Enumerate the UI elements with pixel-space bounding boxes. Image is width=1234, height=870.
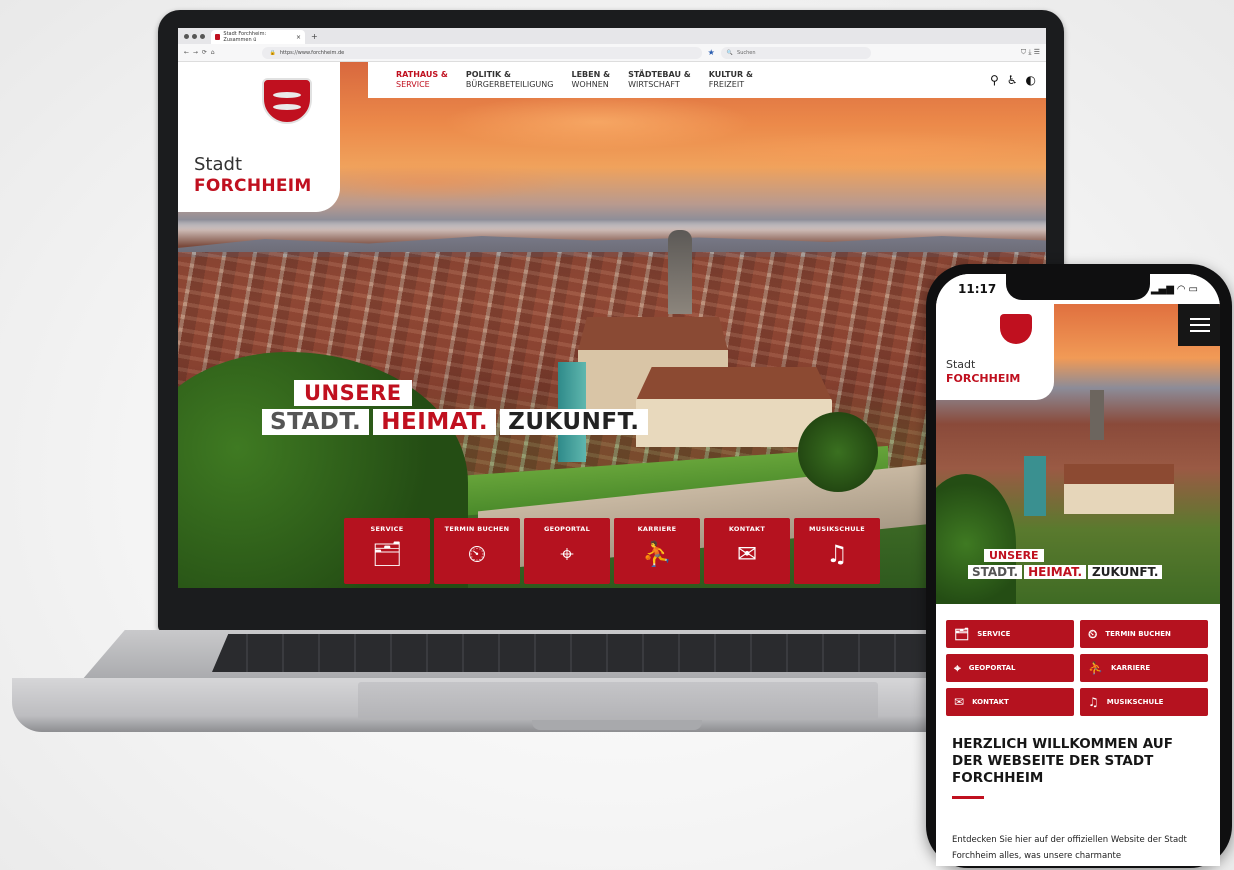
favicon-icon [215,34,221,40]
career-stairs-icon: ⛹ [642,540,672,568]
logo-line1: Stadt [946,358,976,371]
slogan-top: UNSERE [294,380,412,406]
quick-link-label: KONTAKT [728,525,766,533]
logo-line1: Stadt [194,154,242,175]
welcome-text: Entdecken Sie hier auf der offiziellen W… [952,835,1187,861]
phone-site-logo[interactable]: Stadt FORCHHEIM [936,304,1054,400]
hero-slogan: UNSERE STADT. HEIMAT. ZUKUNFT. [262,380,648,435]
tab-close-icon[interactable]: × [296,34,301,41]
browser-toolbar: ← → ⟳ ⌂ 🔒 https://www.forchheim.de ★ 🔍 S… [178,44,1046,62]
phone-hero-slogan: UNSERE STADT. HEIMAT. ZUKUNFT. [968,544,1163,579]
status-time: 11:17 [958,282,997,296]
nav-kultur[interactable]: KULTUR & FREIZEIT [709,70,753,90]
envelope-at-icon: ✉ [954,695,965,709]
quick-link-label: KARRIERE [637,525,677,533]
coat-of-arms-icon [1000,314,1032,344]
map-pin-icon: ⌖ [560,540,574,568]
new-tab-icon[interactable]: + [311,32,318,41]
envelope-at-icon: ✉ [736,540,758,568]
search-icon[interactable]: ⚲ [990,73,999,87]
lock-icon: 🔒 [269,49,276,56]
career-stairs-icon: ⛹ [1088,661,1103,675]
nav-tools: ⚲ ♿ ◐ [990,73,1036,87]
keyboard [212,634,1022,672]
quick-link-label: GEOPORTAL [968,664,1016,672]
browser-tab[interactable]: Stadt Forchheim: Zusammen ü × [211,30,305,44]
trackpad [358,682,878,720]
person-clock-icon: ⏲ [467,540,487,568]
quick-links: SERVICE 🗂 TERMIN BUCHEN ⏲ GEOPORTAL ⌖ KARRI… [344,518,880,584]
quick-link-label: MUSIKSCHULE [1106,698,1164,706]
quick-link-label: TERMIN BUCHEN [444,525,510,533]
heading-underline [952,796,984,799]
product-mockup: Stadt Forchheim: Zusammen ü × + ← → ⟳ ⌂ … [0,0,1234,870]
phone-notch [1006,274,1150,300]
url-text: https://www.forchheim.de [279,49,345,56]
contrast-icon[interactable]: ◐ [1026,73,1036,87]
quick-link-label: SERVICE [370,525,404,533]
quick-link-label: GEOPORTAL [543,525,591,533]
quick-link-label: SERVICE [977,630,1011,638]
quick-link-musikschule[interactable]: MUSIKSCHULE ♫ [794,518,880,584]
search-placeholder: Suchen [737,49,756,56]
quick-link-service[interactable]: SERVICE 🗂 [344,518,430,584]
slogan-word: ZUKUNFT. [500,409,648,435]
quick-link-kontakt[interactable]: ✉ KONTAKT [946,688,1074,716]
welcome-heading: HERZLICH WILLKOMMEN AUF DER WEBSEITE DER… [952,736,1173,786]
folder-az-icon: 🗂 [371,540,403,568]
map-pin-icon: ⌖ [954,660,961,675]
slogan-word: HEIMAT. [373,409,497,435]
instruments-icon: ♫ [826,540,848,568]
quick-link-label: MUSIKSCHULE [809,525,865,533]
coat-of-arms-icon [262,78,312,124]
quick-link-termin[interactable]: ⏲ TERMIN BUCHEN [1080,620,1208,648]
nav-politik[interactable]: POLITIK & BÜRGERBETEILIGUNG [466,70,554,90]
nav-leben[interactable]: LEBEN & WOHNEN [571,70,610,90]
logo-line2: FORCHHEIM [946,372,1021,385]
phone-screen: 11:17 ▂▄▆ ◠ ▭ Stadt FORCHHEIM UNSERE STA… [936,274,1220,866]
instruments-icon: ♫ [1088,695,1099,709]
bookmark-star-icon[interactable]: ★ [708,48,715,57]
quick-link-geoportal[interactable]: GEOPORTAL ⌖ [524,518,610,584]
quick-link-karriere[interactable]: KARRIERE ⛹ [614,518,700,584]
site-logo[interactable]: Stadt FORCHHEIM [178,62,340,212]
quick-link-musikschule[interactable]: ♫ MUSIKSCHULE [1080,688,1208,716]
quick-link-service[interactable]: 🗂 SERVICE [946,620,1074,648]
search-icon: 🔍 [726,49,734,56]
quick-link-label: KONTAKT [972,698,1009,706]
nav-rathaus[interactable]: RATHAUS & SERVICE [396,70,448,90]
nav-staedtebau[interactable]: STÄDTEBAU & WIRTSCHAFT [628,70,691,90]
slogan-top: UNSERE [984,549,1044,562]
quick-link-kontakt[interactable]: KONTAKT ✉ [704,518,790,584]
slogan-word: STADT. [968,565,1023,579]
accessibility-icon[interactable]: ♿ [1007,73,1018,87]
quick-link-karriere[interactable]: ⛹ KARRIERE [1080,654,1208,682]
main-navigation: RATHAUS & SERVICE POLITIK & BÜRGERBETEILIG… [368,62,1046,98]
smartphone: 11:17 ▂▄▆ ◠ ▭ Stadt FORCHHEIM UNSERE STA… [926,264,1232,868]
signal-wifi-battery-icon: ▂▄▆ ◠ ▭ [1150,283,1198,295]
quick-link-label: KARRIERE [1110,664,1151,672]
window-controls[interactable] [184,33,205,39]
quick-link-label: TERMIN BUCHEN [1105,630,1171,638]
phone-hero-image: Stadt FORCHHEIM UNSERE STADT. HEIMAT. ZU… [936,304,1220,604]
nav-buttons[interactable]: ← → ⟳ ⌂ [184,49,216,56]
laptop-screen: Stadt Forchheim: Zusammen ü × + ← → ⟳ ⌂ … [178,28,1046,588]
address-bar[interactable]: 🔒 https://www.forchheim.de [261,46,702,59]
slogan-word: STADT. [262,409,370,435]
phone-quick-links: 🗂 SERVICE ⏲ TERMIN BUCHEN ⌖ GEOPORTAL ⛹ KARR… [946,620,1208,716]
hamburger-menu-icon[interactable] [1178,304,1220,346]
logo-line2: FORCHHEIM [194,176,312,196]
person-clock-icon: ⏲ [1088,626,1098,641]
quick-link-geoportal[interactable]: ⌖ GEOPORTAL [946,654,1074,682]
browser-tabbar: Stadt Forchheim: Zusammen ü × + [178,28,1046,44]
folder-az-icon: 🗂 [954,627,970,641]
quick-link-termin[interactable]: TERMIN BUCHEN ⏲ [434,518,520,584]
browser-search-input[interactable]: 🔍 Suchen [720,46,871,59]
browser-extension-icons[interactable]: ⛉ ⤓ ☰ [1021,48,1040,57]
hero-image: Stadt FORCHHEIM UNSERE STADT. HEIMAT. ZU… [178,62,1046,588]
tab-title: Stadt Forchheim: Zusammen ü [223,31,267,43]
slogan-word: HEIMAT. [1024,565,1087,579]
slogan-word: ZUKUNFT. [1088,565,1163,579]
